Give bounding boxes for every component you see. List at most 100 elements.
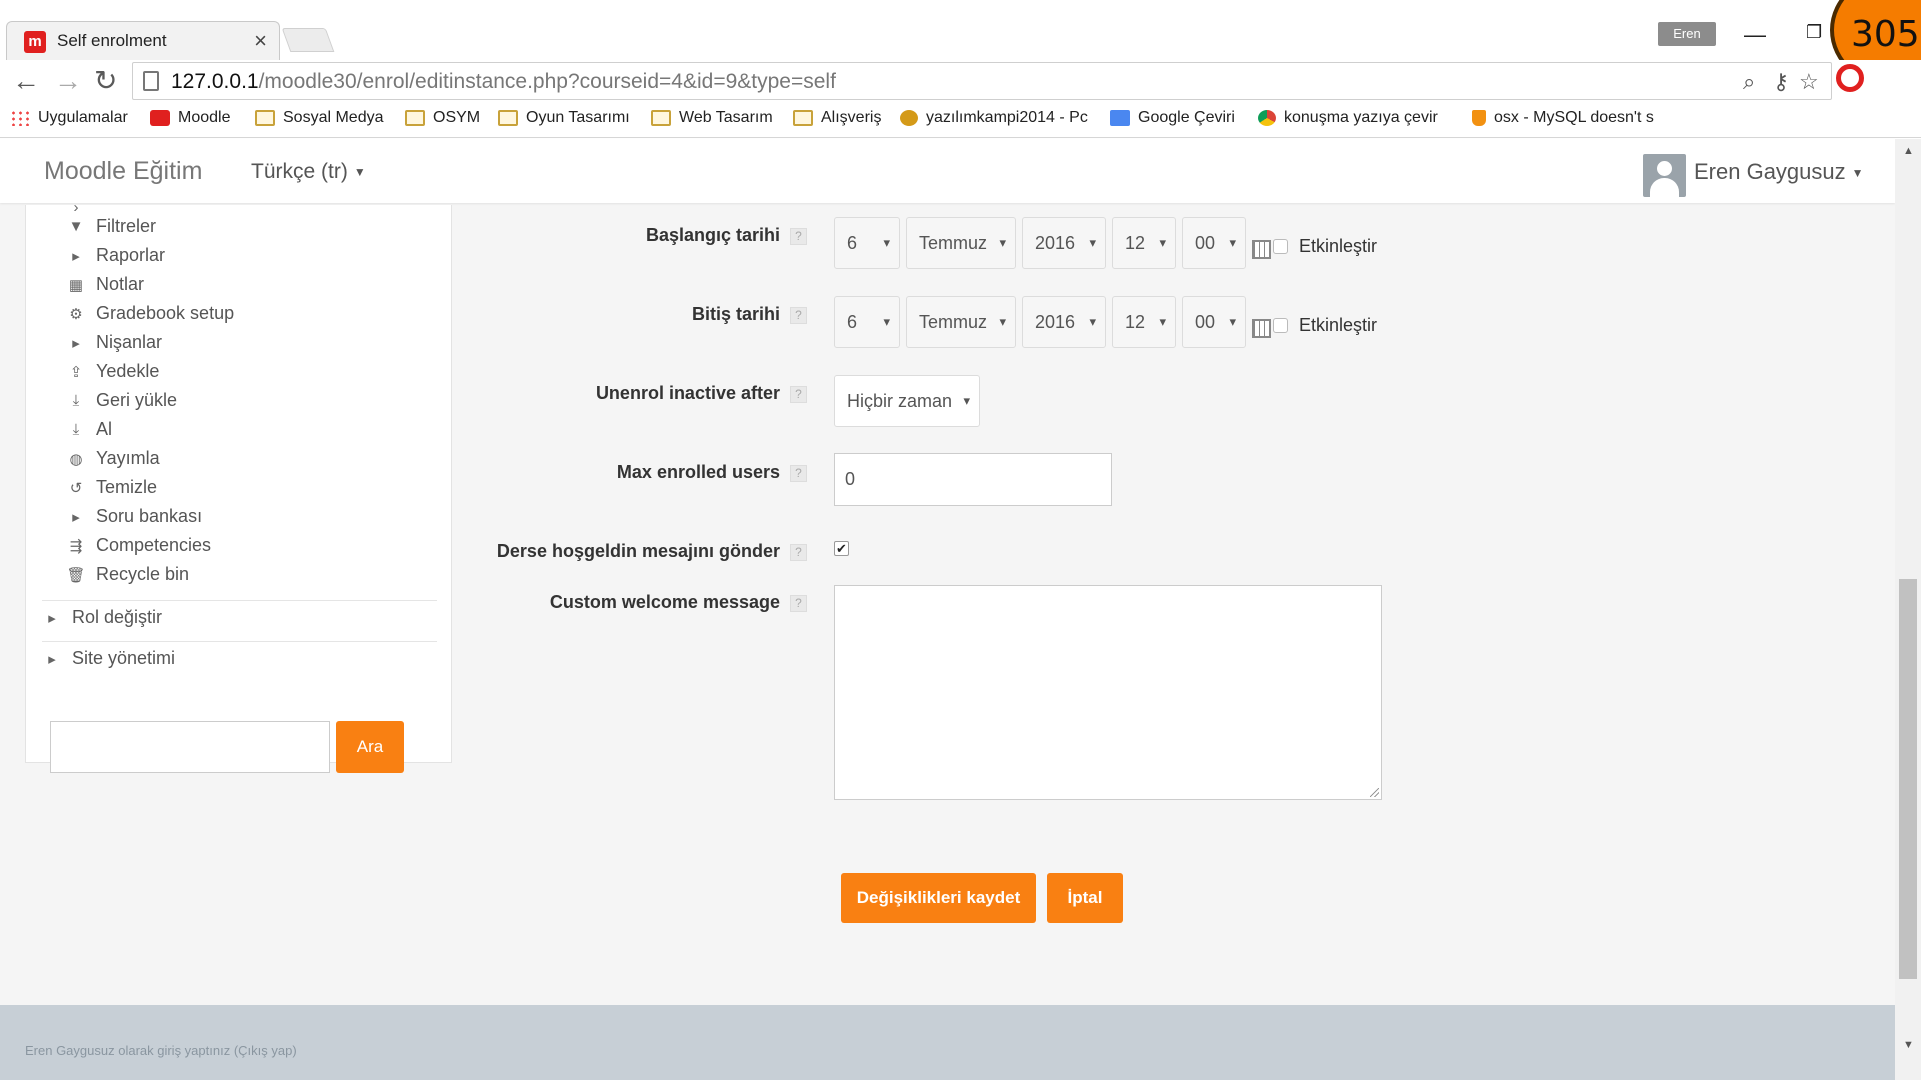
sidebar-item-yayimla[interactable]: ◍ Yayımla [66, 448, 159, 469]
help-icon[interactable]: ? [790, 465, 807, 482]
sidebar-item-rol-degistir[interactable]: ▸ Rol değiştir [42, 607, 162, 628]
custom-welcome-label: Custom welcome message [549, 592, 780, 612]
zoom-icon[interactable]: ⌕ [1743, 69, 1755, 95]
end-month-select[interactable]: Temmuz [906, 296, 1016, 348]
bookmark-apps[interactable]: Uygulamalar [10, 109, 128, 127]
address-bar[interactable]: 127.0.0.1/moodle30/enrol/editinstance.ph… [132, 62, 1832, 100]
custom-welcome-textarea[interactable] [834, 585, 1382, 800]
language-menu[interactable]: Türkçe (tr) ▼ [251, 160, 366, 184]
sidebar-item-geri-yukle[interactable]: ⤓ Geri yükle [66, 390, 177, 411]
end-year-select[interactable]: 2016 [1022, 296, 1106, 348]
upload-icon: ⇪ [69, 363, 83, 381]
user-menu[interactable]: Eren Gaygusuz ▼ [1694, 159, 1864, 185]
bookmark-web-tasarim[interactable]: Web Tasarım [651, 109, 773, 127]
bookmark-konusma[interactable]: konuşma yazıya çevir [1258, 109, 1438, 127]
sidebar-item-soru-bankasi[interactable]: ▸ Soru bankası [66, 506, 202, 527]
bookmark-osym[interactable]: OSYM [405, 109, 480, 127]
competencies-icon: ⇶ [69, 537, 83, 555]
expand-arrow-icon: ▸ [72, 508, 80, 526]
max-enrolled-input[interactable]: 0 [834, 453, 1112, 506]
end-date-enable-label: Etkinleştir [1299, 315, 1378, 335]
admin-search-button[interactable]: Ara [336, 721, 404, 773]
sidebar-item-notlar[interactable]: ▦ Notlar [66, 274, 144, 295]
scroll-thumb[interactable] [1899, 579, 1917, 979]
sidebar-item-competencies[interactable]: ⇶ Competencies [66, 535, 211, 556]
sidebar-item-yedekle[interactable]: ⇪ Yedekle [66, 361, 160, 382]
calendar-icon[interactable] [1252, 240, 1271, 259]
browser-tabstrip: m Self enrolment × Eren — ❐ 305 [0, 0, 1921, 90]
counter-text: 305 [1851, 14, 1920, 55]
admin-search-input[interactable] [50, 721, 330, 773]
sidebar-item-nisanlar[interactable]: ▸ Nişanlar [66, 332, 162, 353]
sidebar-item-al[interactable]: ⤓ Al [66, 419, 112, 440]
end-date-enable-checkbox[interactable] [1273, 318, 1288, 333]
back-arrow-icon[interactable]: ← [12, 66, 40, 96]
start-month-select[interactable]: Temmuz [906, 217, 1016, 269]
bookmark-yazilimkampi[interactable]: yazılımkampi2014 - Pc [900, 109, 1088, 127]
start-date-enable-checkbox[interactable] [1273, 239, 1288, 254]
unenrol-inactive-select[interactable]: Hiçbir zaman [834, 375, 980, 427]
reload-icon[interactable]: ↻ [94, 66, 117, 96]
gear-icon: ⚙ [69, 305, 83, 323]
help-icon[interactable]: ? [790, 595, 807, 612]
help-icon[interactable]: ? [790, 307, 807, 324]
scroll-down-icon[interactable]: ▼ [1903, 1039, 1914, 1051]
sidebar-item-filtreler[interactable]: ▼ Filtreler [66, 216, 156, 237]
minimize-icon[interactable]: — [1744, 22, 1766, 48]
bookmark-mysql[interactable]: osx - MySQL doesn't s [1472, 109, 1654, 127]
sidebar-item-site-yonetimi[interactable]: ▸ Site yönetimi [42, 648, 175, 669]
bookmark-sosyal-medya[interactable]: Sosyal Medya [255, 109, 384, 127]
bookmarks-bar: Uygulamalar Moodle Sosyal Medya OSYM Oyu… [0, 104, 1921, 138]
sidebar-item-partial: › [66, 199, 96, 216]
start-year-select[interactable]: 2016 [1022, 217, 1106, 269]
browser-tab[interactable]: m Self enrolment × [6, 21, 280, 61]
start-date-label: Başlangıç tarihi [645, 225, 780, 245]
forward-arrow-icon[interactable]: → [54, 66, 82, 96]
divider [42, 600, 437, 601]
start-minute-select[interactable]: 00 [1182, 217, 1246, 269]
avatar[interactable] [1643, 154, 1686, 197]
chrome-icon [1258, 110, 1276, 126]
close-tab-icon[interactable]: × [254, 28, 267, 54]
expand-arrow-icon: ▸ [72, 247, 80, 265]
star-icon[interactable]: ☆ [1799, 69, 1819, 95]
help-icon[interactable]: ? [790, 228, 807, 245]
page-scrollbar[interactable]: ▲ ▼ [1895, 139, 1921, 1080]
end-minute-select[interactable]: 00 [1182, 296, 1246, 348]
bookmark-oyun-tasarimi[interactable]: Oyun Tasarımı [498, 109, 630, 127]
bookmark-alisveris[interactable]: Alışveriş [793, 109, 881, 127]
cancel-button[interactable]: İptal [1047, 873, 1123, 923]
paw-icon [900, 110, 918, 126]
restore-icon[interactable]: ❐ [1806, 22, 1822, 43]
trash-icon: 🗑 [66, 566, 86, 584]
moodle-icon [150, 110, 170, 126]
sidebar-item-gradebook-setup[interactable]: ⚙ Gradebook setup [66, 303, 234, 324]
end-day-select[interactable]: 6 [834, 296, 900, 348]
folder-icon [498, 110, 518, 126]
sidebar-item-raporlar[interactable]: ▸ Raporlar [66, 245, 165, 266]
new-tab-button[interactable] [281, 28, 335, 52]
help-icon[interactable]: ? [790, 544, 807, 561]
sidebar-item-temizle[interactable]: ↺ Temizle [66, 477, 157, 498]
max-enrolled-label: Max enrolled users [616, 462, 780, 482]
login-info[interactable]: Eren Gaygusuz olarak giriş yaptınız (Çık… [25, 1043, 297, 1058]
moodle-favicon-icon: m [24, 31, 46, 53]
send-welcome-checkbox[interactable]: ✔ [834, 541, 849, 556]
moodle-page: Moodle Eğitim Türkçe (tr) ▼ Eren Gaygusuz… [0, 139, 1921, 1080]
start-day-select[interactable]: 6 [834, 217, 900, 269]
url-text[interactable]: 127.0.0.1/moodle30/enrol/editinstance.ph… [171, 70, 836, 94]
profile-button[interactable]: Eren [1658, 22, 1716, 46]
bookmark-moodle[interactable]: Moodle [150, 109, 230, 127]
send-welcome-label: Derse hoşgeldin mesajını gönder [496, 541, 780, 561]
end-hour-select[interactable]: 12 [1112, 296, 1176, 348]
sidebar-item-recycle-bin[interactable]: 🗑 Recycle bin [66, 564, 189, 585]
help-icon[interactable]: ? [790, 386, 807, 403]
bookmark-google-ceviri[interactable]: Google Çeviri [1110, 109, 1235, 127]
calendar-icon[interactable] [1252, 319, 1271, 338]
site-brand[interactable]: Moodle Eğitim [44, 157, 202, 186]
key-icon[interactable]: ⚷ [1773, 69, 1789, 95]
scroll-up-icon[interactable]: ▲ [1903, 145, 1914, 157]
opera-extension-icon[interactable] [1836, 64, 1864, 92]
start-hour-select[interactable]: 12 [1112, 217, 1176, 269]
save-button[interactable]: Değişiklikleri kaydet [841, 873, 1036, 923]
